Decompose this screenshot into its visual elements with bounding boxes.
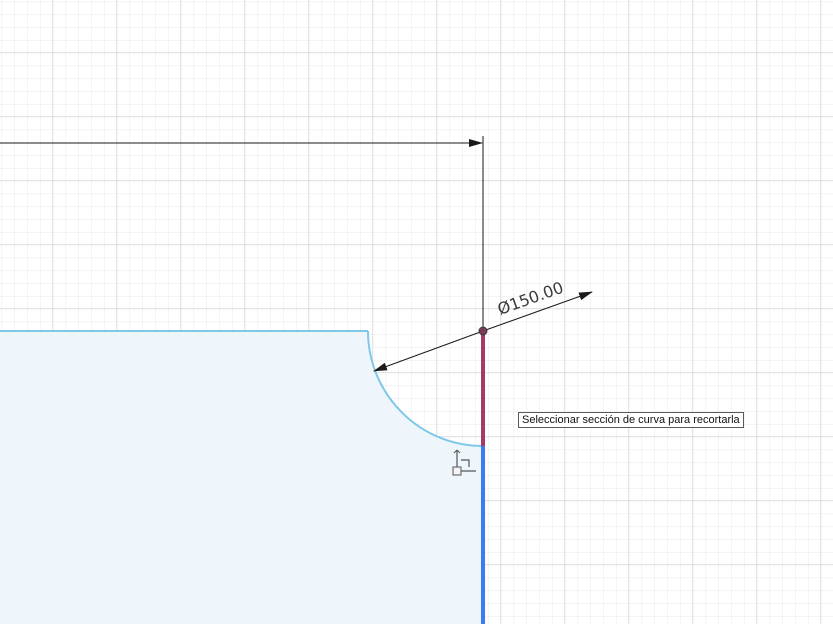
trim-tooltip: Seleccionar sección de curva para recort… (518, 412, 744, 428)
sketch-canvas[interactable]: Ø150.00 (0, 0, 833, 624)
sketch-point-icon[interactable] (478, 326, 488, 336)
